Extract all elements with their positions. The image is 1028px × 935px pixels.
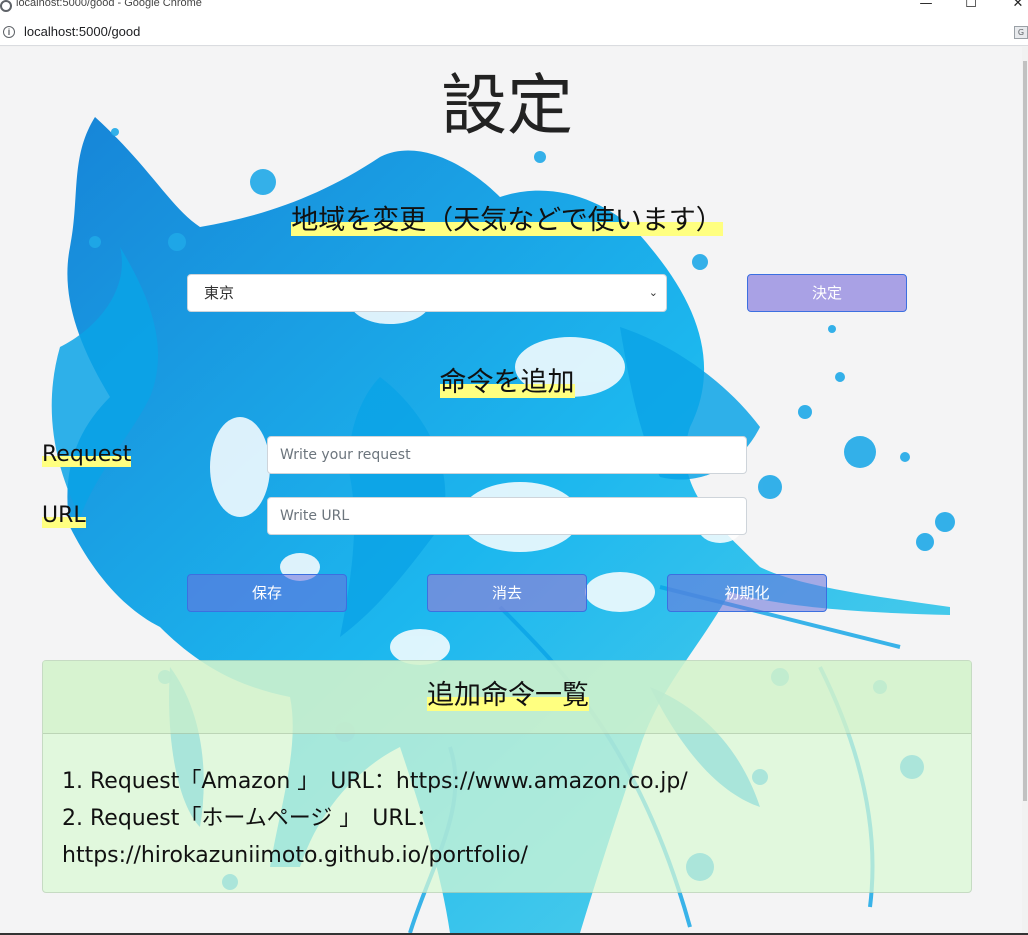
scrollbar-thumb[interactable] — [1023, 61, 1027, 801]
request-label: Request — [42, 442, 132, 467]
translate-icon[interactable]: G — [1014, 26, 1028, 39]
command-list-title: 追加命令一覧 — [43, 673, 973, 712]
region-heading-text: 地域を変更（天気などで使います） — [291, 205, 723, 236]
chevron-down-icon: ⌄ — [648, 286, 658, 299]
region-heading: 地域を変更（天気などで使います） — [0, 205, 1014, 237]
request-label-text: Request — [42, 442, 132, 467]
url-label: URL — [42, 503, 86, 528]
clear-button[interactable]: 消去 — [427, 574, 587, 612]
url-label-text: URL — [42, 503, 86, 528]
address-bar[interactable]: i localhost:5000/good G — [0, 18, 1028, 46]
minimize-icon[interactable]: — — [916, 0, 936, 12]
save-button[interactable]: 保存 — [187, 574, 347, 612]
address-url[interactable]: localhost:5000/good — [24, 24, 140, 39]
close-icon[interactable]: ✕ — [1008, 0, 1028, 12]
url-input[interactable]: Write URL — [267, 497, 747, 535]
chrome-icon — [0, 0, 12, 12]
window-title: localhost:5000/good - Google Chrome — [16, 0, 202, 9]
command-list-header: 追加命令一覧 — [43, 661, 971, 734]
list-item: 1. Request「Amazon 」 URL：https://www.amaz… — [62, 769, 688, 794]
list-item: 2. Request「ホームページ 」 URL：https://hirokazu… — [62, 806, 528, 868]
add-command-heading-text: 命令を追加 — [439, 367, 575, 398]
add-command-heading: 命令を追加 — [0, 367, 1014, 399]
page-title: 設定 — [441, 67, 573, 144]
request-input[interactable]: Write your request — [267, 436, 747, 474]
decide-button[interactable]: 決定 — [747, 274, 907, 312]
reset-button[interactable]: 初期化 — [667, 574, 827, 612]
command-list-title-text: 追加命令一覧 — [427, 680, 589, 711]
command-list-body: 1. Request「Amazon 」 URL：https://www.amaz… — [62, 763, 752, 874]
maximize-icon[interactable]: ☐ — [961, 0, 981, 12]
page-content: 設定 地域を変更（天気などで使います） 東京 ⌄ 決定 命令を追加 Reques… — [0, 47, 1022, 933]
region-select-value: 東京 — [204, 284, 235, 302]
window-titlebar: localhost:5000/good - Google Chrome — ☐ … — [0, 0, 1028, 18]
site-info-icon[interactable]: i — [3, 26, 15, 38]
region-select[interactable]: 東京 ⌄ — [187, 274, 667, 312]
page-scrollbar[interactable] — [1022, 47, 1028, 933]
